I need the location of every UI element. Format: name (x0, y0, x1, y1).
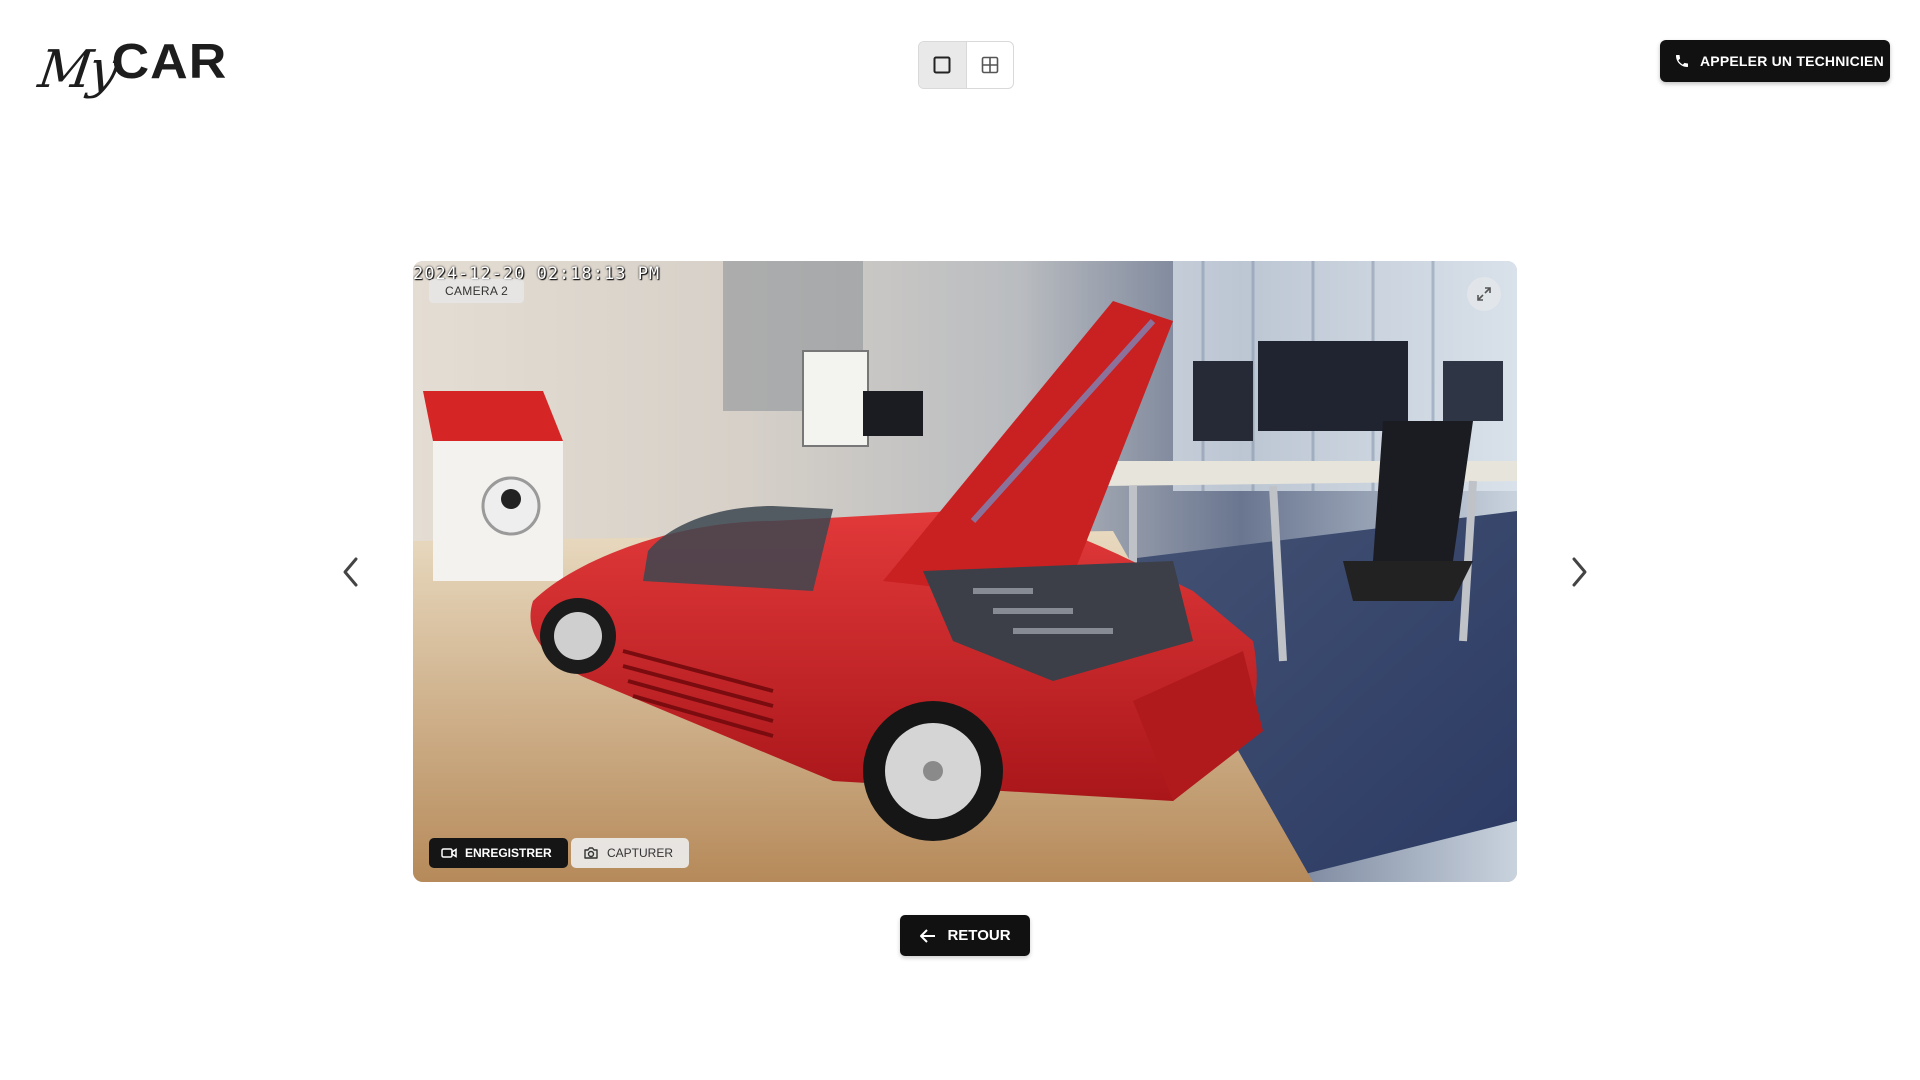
arrow-left-icon (920, 928, 936, 943)
expand-icon (1477, 287, 1491, 301)
camera-icon (584, 847, 598, 859)
back-label: RETOUR (947, 927, 1011, 944)
video-camera-icon (441, 848, 457, 858)
single-view-button[interactable] (919, 42, 966, 88)
back-button[interactable]: RETOUR (900, 915, 1030, 956)
grid-view-icon (981, 56, 999, 74)
record-label: ENREGISTRER (465, 846, 552, 860)
chevron-left-icon (343, 557, 358, 587)
view-toggle (918, 41, 1014, 89)
camera-feed[interactable]: 2024-12-20 02:18:13 PM CAMERA 2 ENREGIST… (413, 261, 1517, 882)
camera-name-badge: CAMERA 2 (429, 279, 525, 303)
next-camera-button[interactable] (1563, 552, 1595, 592)
phone-icon (1676, 55, 1688, 67)
logo-bold: CAR (111, 34, 228, 90)
camera-feed-image (413, 261, 1517, 882)
grid-view-button[interactable] (965, 42, 1014, 88)
previous-camera-button[interactable] (335, 552, 367, 592)
record-button[interactable]: ENREGISTRER (429, 838, 568, 868)
fullscreen-button[interactable] (1467, 277, 1501, 311)
logo[interactable]: My CAR (35, 34, 228, 102)
logo-script: My (34, 40, 120, 100)
call-technician-label: APPELER UN TECHNICIEN (1700, 53, 1884, 69)
page: My CAR APPELER UN TECHNICIEN 2024-12-20 … (0, 0, 1920, 1080)
single-view-icon (933, 56, 951, 74)
capture-button[interactable]: CAPTURER (571, 838, 690, 868)
chevron-right-icon (1572, 557, 1587, 587)
capture-label: CAPTURER (607, 846, 674, 860)
call-technician-button[interactable]: APPELER UN TECHNICIEN (1660, 40, 1890, 82)
